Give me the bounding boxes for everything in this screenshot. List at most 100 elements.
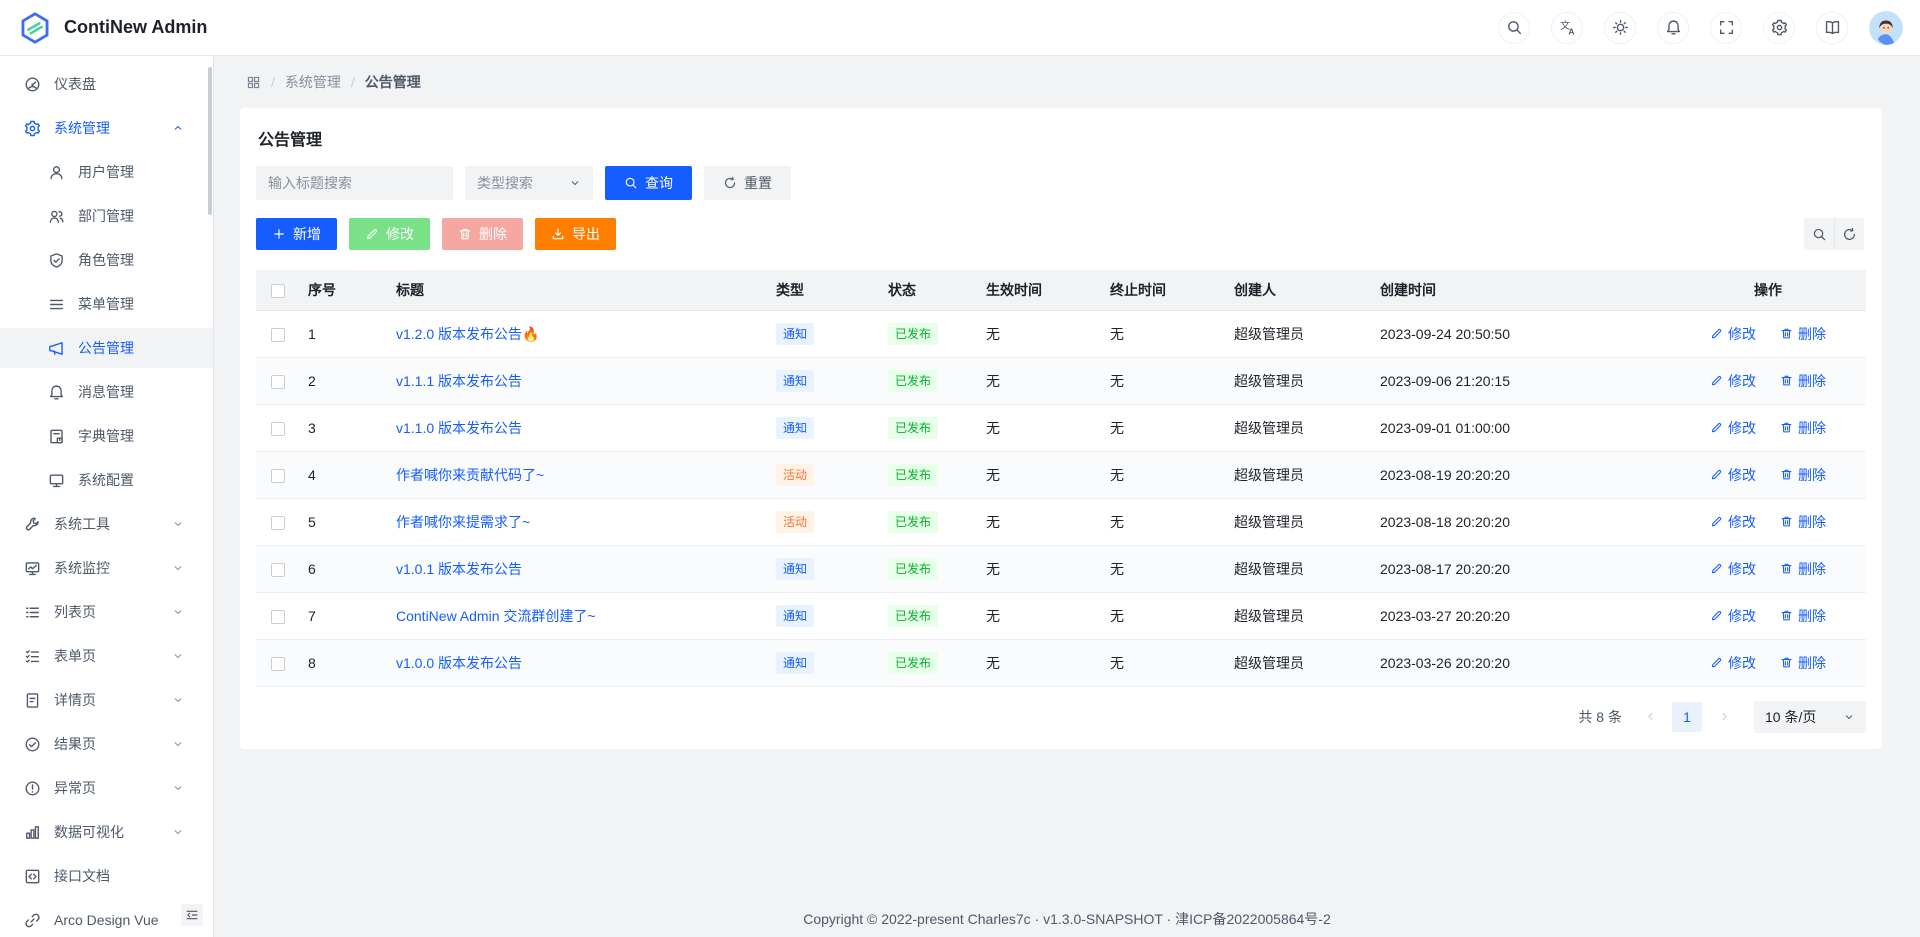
- language-button[interactable]: 文A: [1551, 12, 1583, 44]
- announcement-title-link[interactable]: v1.2.0 版本发布公告🔥: [396, 326, 539, 342]
- row-checkbox[interactable]: [271, 375, 285, 389]
- select-all-checkbox[interactable]: [271, 284, 285, 298]
- sidebar-item-list-pages[interactable]: 列表页: [0, 592, 213, 632]
- row-checkbox[interactable]: [271, 469, 285, 483]
- sidebar-item-api-docs[interactable]: 接口文档: [0, 856, 213, 896]
- row-edit-link[interactable]: 修改: [1710, 512, 1756, 532]
- row-delete-link[interactable]: 删除: [1780, 512, 1826, 532]
- edit-button[interactable]: 修改: [349, 218, 430, 250]
- row-effective-time: 无: [976, 498, 1100, 545]
- sidebar-item-system-tools[interactable]: 系统工具: [0, 504, 213, 544]
- row-actions-cell: 修改 删除: [1670, 498, 1866, 545]
- announcement-title-link[interactable]: ContiNew Admin 交流群创建了~: [396, 608, 596, 624]
- row-checkbox[interactable]: [271, 516, 285, 530]
- table-refresh-button[interactable]: [1834, 218, 1864, 250]
- export-button[interactable]: 导出: [535, 218, 616, 250]
- sidebar-item-department-management[interactable]: 部门管理: [0, 196, 213, 236]
- status-tag: 已发布: [888, 652, 938, 674]
- announcement-title-link[interactable]: v1.0.1 版本发布公告: [396, 561, 522, 577]
- sidebar-item-announcement-management[interactable]: 公告管理: [0, 328, 213, 368]
- title-search-input[interactable]: [256, 166, 453, 200]
- announcement-title-link[interactable]: 作者喊你来提需求了~: [396, 514, 530, 530]
- row-checkbox[interactable]: [271, 563, 285, 577]
- row-end-time: 无: [1100, 310, 1224, 357]
- pencil-icon: [1710, 468, 1723, 481]
- header-search-button[interactable]: [1498, 12, 1530, 44]
- sidebar-item-system-config[interactable]: 系统配置: [0, 460, 213, 500]
- sidebar-item-dict-management[interactable]: 字典管理: [0, 416, 213, 456]
- row-delete-link[interactable]: 删除: [1780, 559, 1826, 579]
- row-edit-link[interactable]: 修改: [1710, 324, 1756, 344]
- announcement-title-link[interactable]: v1.1.1 版本发布公告: [396, 373, 522, 389]
- announcement-title-link[interactable]: 作者喊你来贡献代码了~: [396, 467, 544, 483]
- row-checkbox[interactable]: [271, 422, 285, 436]
- breadcrumb-item-system[interactable]: 系统管理: [285, 72, 341, 92]
- sidebar-item-result-pages[interactable]: 结果页: [0, 724, 213, 764]
- notifications-button[interactable]: [1657, 12, 1689, 44]
- settings-button[interactable]: [1763, 12, 1795, 44]
- pagination-page-1[interactable]: 1: [1672, 702, 1702, 732]
- delete-button-label: 删除: [479, 224, 507, 244]
- page-size-select[interactable]: 10 条/页: [1754, 701, 1866, 733]
- type-select-value: 类型搜索: [477, 173, 533, 193]
- add-button[interactable]: 新增: [256, 218, 337, 250]
- row-checkbox[interactable]: [271, 328, 285, 342]
- user-avatar[interactable]: [1869, 11, 1903, 45]
- row-delete-link[interactable]: 删除: [1780, 418, 1826, 438]
- row-edit-link[interactable]: 修改: [1710, 606, 1756, 626]
- delete-button[interactable]: 删除: [442, 218, 523, 250]
- sidebar-item-form-pages[interactable]: 表单页: [0, 636, 213, 676]
- docs-button[interactable]: [1816, 12, 1848, 44]
- sidebar-item-dashboard[interactable]: 仪表盘: [0, 64, 213, 104]
- row-title-cell: ContiNew Admin 交流群创建了~: [386, 592, 766, 639]
- sidebar-item-user-management[interactable]: 用户管理: [0, 152, 213, 192]
- row-delete-link[interactable]: 删除: [1780, 371, 1826, 391]
- sidebar-item-data-visualization[interactable]: 数据可视化: [0, 812, 213, 852]
- row-delete-link[interactable]: 删除: [1780, 465, 1826, 485]
- sidebar-item-detail-pages[interactable]: 详情页: [0, 680, 213, 720]
- sidebar-scrollbar[interactable]: [208, 67, 212, 215]
- theme-toggle-button[interactable]: [1604, 12, 1636, 44]
- trash-icon: [1780, 374, 1793, 387]
- row-creator: 超级管理员: [1224, 404, 1370, 451]
- chevron-down-icon: [172, 738, 184, 750]
- pagination-next-button[interactable]: [1710, 703, 1738, 731]
- type-select[interactable]: 类型搜索: [465, 166, 593, 200]
- row-edit-link[interactable]: 修改: [1710, 418, 1756, 438]
- row-delete-link[interactable]: 删除: [1780, 324, 1826, 344]
- row-edit-link[interactable]: 修改: [1710, 371, 1756, 391]
- search-icon: [624, 176, 638, 190]
- reset-button[interactable]: 重置: [704, 166, 791, 200]
- row-status-cell: 已发布: [878, 451, 976, 498]
- row-actions-cell: 修改 删除: [1670, 451, 1866, 498]
- pagination-prev-button[interactable]: [1636, 703, 1664, 731]
- announcement-title-link[interactable]: v1.0.0 版本发布公告: [396, 655, 522, 671]
- row-end-time: 无: [1100, 592, 1224, 639]
- row-edit-link[interactable]: 修改: [1710, 653, 1756, 673]
- sidebar-item-menu-management[interactable]: 菜单管理: [0, 284, 213, 324]
- gear-icon: [24, 120, 41, 137]
- row-checkbox[interactable]: [271, 610, 285, 624]
- sidebar-item-system-monitor[interactable]: 系统监控: [0, 548, 213, 588]
- sidebar-item-label: 列表页: [54, 602, 172, 622]
- fullscreen-button[interactable]: [1710, 12, 1742, 44]
- query-button[interactable]: 查询: [605, 166, 692, 200]
- sidebar-item-message-management[interactable]: 消息管理: [0, 372, 213, 412]
- sidebar-item-exception-pages[interactable]: 异常页: [0, 768, 213, 808]
- row-edit-link[interactable]: 修改: [1710, 559, 1756, 579]
- table-search-button[interactable]: [1804, 218, 1834, 250]
- row-delete-link[interactable]: 删除: [1780, 653, 1826, 673]
- apps-grid-icon[interactable]: [246, 75, 261, 90]
- row-checkbox[interactable]: [271, 657, 285, 671]
- announcement-title-link[interactable]: v1.1.0 版本发布公告: [396, 420, 522, 436]
- row-number: 4: [298, 451, 386, 498]
- row-status-cell: 已发布: [878, 310, 976, 357]
- row-edit-link[interactable]: 修改: [1710, 465, 1756, 485]
- sidebar-collapse-button[interactable]: [181, 904, 203, 926]
- sidebar-item-system-management[interactable]: 系统管理: [0, 108, 213, 148]
- row-delete-link[interactable]: 删除: [1780, 606, 1826, 626]
- row-title-cell: v1.0.0 版本发布公告: [386, 639, 766, 686]
- chevron-down-icon: [569, 177, 581, 189]
- sidebar-item-role-management[interactable]: 角色管理: [0, 240, 213, 280]
- row-actions-cell: 修改 删除: [1670, 310, 1866, 357]
